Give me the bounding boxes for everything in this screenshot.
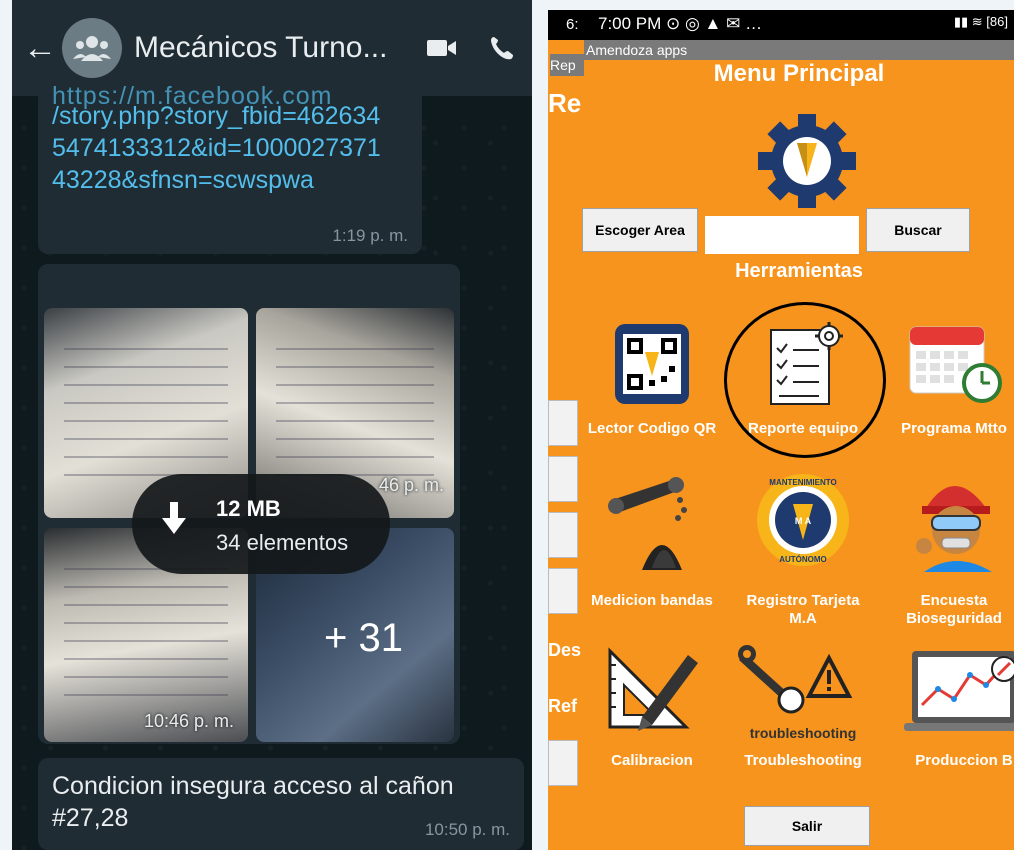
tile-label: Calibracion — [611, 752, 693, 769]
tile-medicion-bandas[interactable]: Medicion bandas — [582, 470, 722, 620]
background-button — [548, 456, 578, 502]
calendar-icon — [884, 314, 1014, 414]
qr-code-icon — [582, 314, 722, 414]
background-button — [548, 512, 578, 558]
ruler-pencil-icon — [582, 640, 722, 740]
choose-area-button[interactable]: Escoger Area — [582, 208, 698, 252]
tools-heading: Herramientas — [735, 260, 863, 282]
tile-registro-tarjeta[interactable]: MANTENIMIENTO AUTÓNOMO M A Registro Tarj… — [733, 470, 873, 627]
mantenimiento-autonomo-logo: MANTENIMIENTO AUTÓNOMO M A — [733, 470, 873, 570]
tile-lector-qr[interactable]: Lector Codigo QR — [582, 314, 722, 464]
status-bar: 6: 7:00 PM ⊙ ◎ ▲ ✉ … ▮▮ ≋ [86] — [548, 10, 1014, 40]
background-button — [548, 740, 578, 786]
chat-title[interactable]: Mecánicos Turno... — [134, 31, 412, 65]
app-title-bar: Amendoza apps — [584, 40, 1014, 60]
download-size: 12 MB — [216, 496, 281, 521]
tile-produccion[interactable]: Produccion B — [894, 640, 1014, 780]
battery-indicator: ▮▮ ≋ [86] — [953, 14, 1008, 29]
production-chart-icon — [894, 640, 1014, 740]
tile-encuesta-bioseguridad[interactable]: Encuesta Bioseguridad — [884, 470, 1014, 627]
exit-button[interactable]: Salir — [744, 806, 870, 846]
link-message-bubble[interactable]: https://m.facebook.com /story.php?story_… — [38, 82, 422, 254]
text-message-bubble[interactable]: Condicion insegura acceso al cañon #27,2… — [38, 758, 524, 850]
tile-calibracion[interactable]: Calibracion — [582, 640, 722, 780]
screenshot-composite: ← Mecánicos Turno... https://m.facebook.… — [0, 0, 1014, 850]
gear-logo-icon — [758, 114, 856, 208]
svg-text:AUTÓNOMO: AUTÓNOMO — [779, 555, 827, 564]
background-title: Rep — [550, 54, 584, 76]
android-app-screen: 6: 7:00 PM ⊙ ◎ ▲ ✉ … ▮▮ ≋ [86] Rep Re De… — [548, 10, 1014, 850]
link-text[interactable]: /story.php?story_fbid=4626345474133312&i… — [52, 100, 392, 196]
background-window: Rep Re Des Ref — [548, 40, 584, 850]
tile-label: Lector Codigo QR — [587, 420, 717, 437]
background-button — [548, 400, 578, 446]
tile-label: Registro Tarjeta M.A — [746, 592, 860, 627]
annotation-circle — [724, 302, 886, 458]
tile-label: Programa Mtto — [901, 420, 1007, 437]
more-photos-count: + 31 — [324, 616, 403, 660]
whatsapp-chat: ← Mecánicos Turno... https://m.facebook.… — [12, 0, 532, 850]
download-count: 34 elementos — [216, 530, 349, 555]
background-heading: Re — [548, 88, 582, 118]
group-icon — [73, 36, 111, 61]
download-button[interactable]: 12 MB 34 elementos — [132, 474, 390, 574]
message-time: 1:19 p. m. — [332, 226, 408, 245]
background-label: Des — [548, 640, 582, 660]
svg-text:M A: M A — [795, 516, 812, 526]
svg-text:troubleshooting: troubleshooting — [750, 725, 857, 741]
conveyor-belt-icon — [582, 470, 722, 570]
svg-text:MANTENIMIENTO: MANTENIMIENTO — [769, 478, 836, 487]
page-title: Menu Principal — [713, 60, 885, 87]
background-label: Ref — [548, 696, 578, 716]
group-avatar[interactable] — [62, 18, 122, 78]
troubleshooting-icon: troubleshooting — [733, 640, 873, 746]
status-time: 7:00 PM ⊙ ◎ ▲ ✉ … — [598, 14, 763, 33]
video-call-icon[interactable] — [412, 38, 472, 58]
photo-time: 10:46 p. m. — [143, 711, 234, 731]
voice-call-icon[interactable] — [472, 35, 532, 61]
status-partial: 6: — [566, 16, 579, 33]
worker-icon — [884, 470, 1014, 572]
tile-label: Produccion B — [915, 752, 1013, 769]
photo-time: 46 p. m. — [378, 475, 444, 495]
photo-album-bubble[interactable]: 46 p. m. 10:46 p. m. + 31 12 MB 34 eleme… — [38, 264, 460, 744]
tile-label: Encuesta Bioseguridad — [906, 592, 1002, 627]
tile-programa-mtto[interactable]: Programa Mtto — [884, 314, 1014, 464]
search-button[interactable]: Buscar — [866, 208, 970, 252]
tile-label: Troubleshooting — [744, 752, 862, 769]
tile-troubleshooting[interactable]: troubleshooting Troubleshooting — [733, 640, 873, 780]
tile-label: Medicion bandas — [591, 592, 713, 609]
area-search-input[interactable] — [705, 216, 859, 254]
background-button — [548, 568, 578, 614]
download-arrow-icon — [162, 502, 186, 534]
message-time: 10:50 p. m. — [424, 820, 510, 839]
back-arrow-icon[interactable]: ← — [20, 29, 60, 68]
